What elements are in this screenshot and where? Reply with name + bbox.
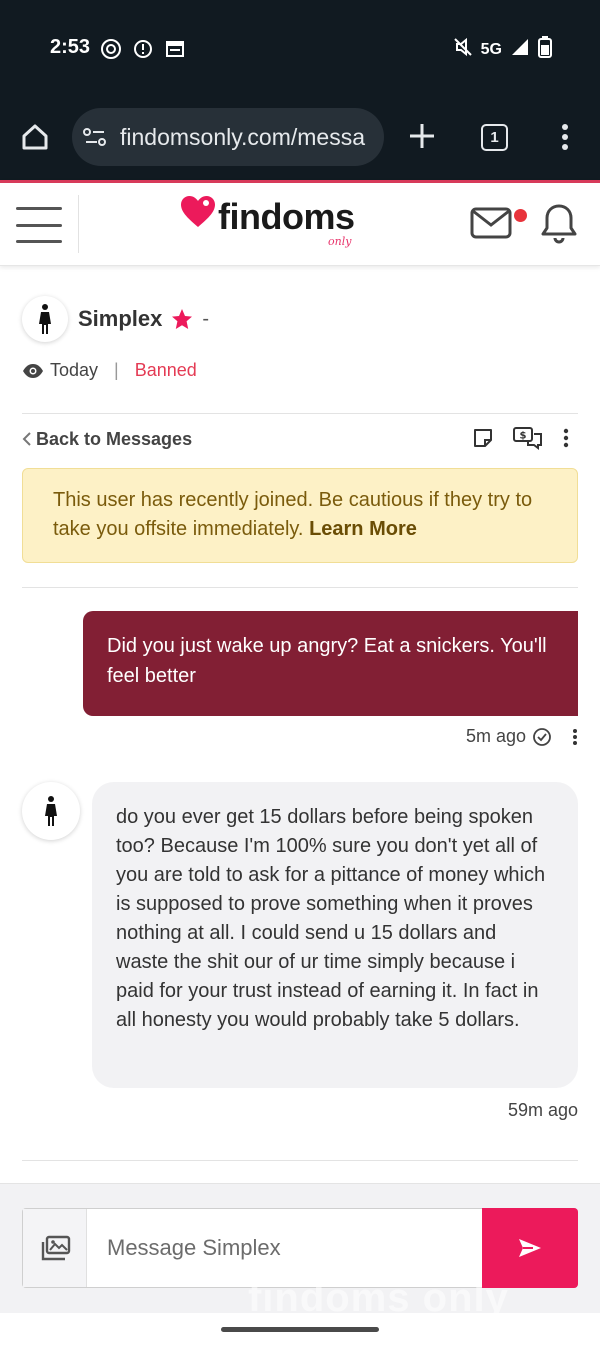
browser-toolbar: findomsonly.com/messa 1 — [0, 100, 600, 180]
message-text: do you ever get 15 dollars before being … — [116, 806, 546, 1031]
status-right: 5G — [453, 36, 552, 63]
back-to-messages-link[interactable]: Back to Messages — [36, 429, 192, 450]
address-bar[interactable]: findomsonly.com/messa — [72, 108, 384, 166]
profile-meta: Today | Banned — [22, 360, 197, 381]
received-message-bubble: do you ever get 15 dollars before being … — [92, 782, 578, 1088]
message-text: Did you just wake up angry? Eat a snicke… — [107, 635, 547, 687]
status-icons — [100, 38, 186, 60]
mail-icon[interactable] — [470, 207, 512, 244]
tabs-icon[interactable]: 1 — [481, 124, 508, 151]
alert-icon — [132, 38, 154, 60]
chevron-left-icon[interactable] — [22, 431, 32, 447]
note-icon[interactable] — [472, 427, 494, 454]
last-seen: Today — [50, 360, 99, 380]
thread-toolbar: Back to Messages $ — [22, 424, 578, 454]
network-label: 5G — [480, 40, 502, 58]
tip-chat-icon[interactable]: $ — [512, 426, 544, 455]
alert-text: This user has recently joined. Be cautio… — [53, 489, 533, 540]
star-icon[interactable] — [170, 307, 194, 331]
divider — [22, 413, 578, 414]
battery-icon — [538, 36, 552, 63]
meta-separator: | — [114, 360, 119, 380]
logo-subtext: only — [328, 235, 352, 248]
sent-message-bubble: Did you just wake up angry? Eat a snicke… — [83, 611, 578, 716]
learn-more-link[interactable]: Learn More — [309, 518, 417, 540]
system-nav-bar — [0, 1313, 600, 1347]
more-icon[interactable] — [555, 122, 575, 157]
status-time: 2:53 — [50, 36, 91, 58]
home-gesture-pill[interactable] — [221, 1327, 379, 1332]
url-text: findomsonly.com/messa — [120, 123, 365, 150]
message-time: 5m ago — [465, 726, 526, 746]
new-user-alert: This user has recently joined. Be cautio… — [22, 468, 578, 563]
profile-header: Simplex - — [22, 296, 209, 342]
more-vertical-icon[interactable] — [562, 428, 570, 453]
logo-text: findoms — [218, 196, 355, 237]
divider — [22, 1160, 578, 1161]
notification-dot — [514, 209, 527, 222]
svg-text:$: $ — [520, 431, 527, 442]
heart-logo-icon — [180, 195, 216, 234]
sent-message-meta: 5m ago — [466, 726, 578, 747]
mute-icon — [453, 37, 473, 62]
message-input[interactable] — [107, 1227, 477, 1269]
send-icon — [519, 1239, 541, 1257]
new-tab-icon[interactable] — [406, 120, 438, 157]
status-bar: 2:53 5G — [0, 0, 600, 100]
site-settings-icon[interactable] — [82, 126, 108, 148]
profile-name[interactable]: Simplex — [78, 306, 162, 332]
eye-icon — [22, 363, 44, 379]
whatsapp-icon — [100, 38, 122, 60]
calendar-icon — [164, 38, 186, 60]
profile-suffix: - — [202, 307, 210, 330]
header-divider — [78, 195, 79, 253]
site-logo[interactable]: findoms only — [180, 195, 355, 248]
thread-actions: $ — [472, 426, 570, 455]
site-header: findoms only — [0, 180, 600, 266]
avatar[interactable] — [22, 296, 68, 342]
divider — [22, 587, 578, 588]
message-options-icon[interactable] — [572, 728, 578, 746]
home-icon[interactable] — [20, 122, 50, 157]
read-check-icon — [532, 727, 552, 747]
sender-avatar[interactable] — [22, 782, 80, 840]
bell-icon[interactable] — [540, 203, 578, 250]
message-time: 59m ago — [507, 1100, 578, 1120]
status-badge: Banned — [134, 360, 197, 380]
attach-media-icon[interactable] — [23, 1209, 87, 1287]
signal-icon — [510, 37, 530, 62]
hamburger-menu-icon[interactable] — [16, 207, 62, 243]
